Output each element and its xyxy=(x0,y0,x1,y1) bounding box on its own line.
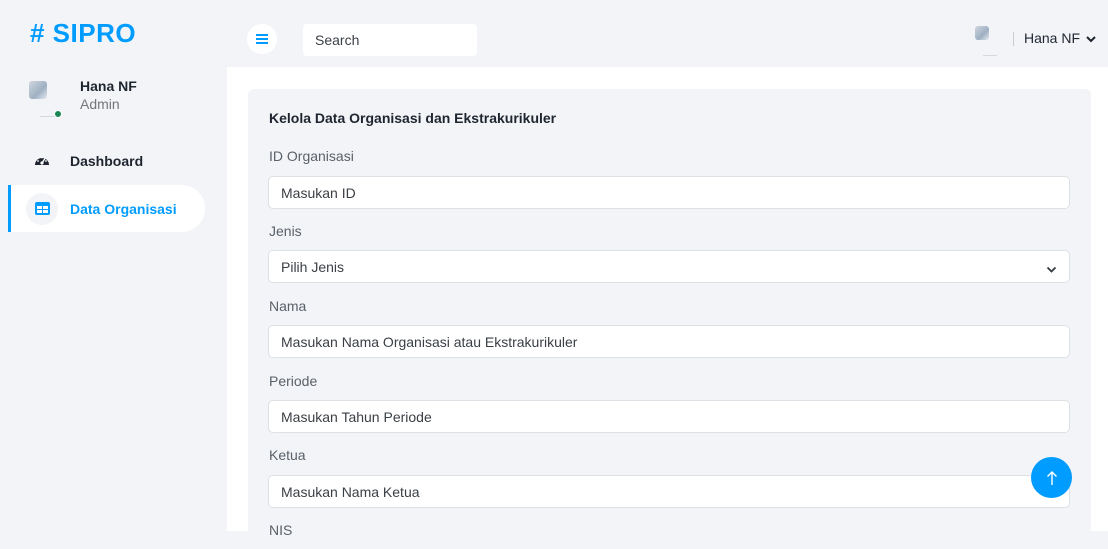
sidebar-item-data-organisasi[interactable]: Data Organisasi xyxy=(8,185,205,232)
label-nama: Nama xyxy=(269,298,307,314)
sidebar-item-label: Dashboard xyxy=(70,152,144,169)
divider xyxy=(1013,32,1014,46)
chevron-down-icon xyxy=(1046,261,1057,277)
input-placeholder: Masukan Nama Organisasi atau Ekstrakurik… xyxy=(281,333,578,350)
dashboard-gauge-icon xyxy=(26,144,58,177)
broken-image-icon xyxy=(29,81,47,99)
select-selected-value: Pilih Jenis xyxy=(281,258,345,275)
label-jenis: Jenis xyxy=(269,223,302,239)
input-placeholder: Masukan Nama Ketua xyxy=(281,483,420,500)
avatar-border xyxy=(983,55,997,56)
brand-logo[interactable]: # SIPRO xyxy=(30,18,136,49)
id-organisasi-input[interactable]: Masukan ID xyxy=(268,176,1070,209)
broken-image-icon xyxy=(975,26,989,40)
chevron-down-icon xyxy=(1086,30,1096,46)
user-name: Hana NF xyxy=(1024,30,1081,46)
form-card: Kelola Data Organisasi dan Ekstrakurikul… xyxy=(248,89,1091,549)
hamburger-icon xyxy=(256,34,268,44)
label-id-organisasi: ID Organisasi xyxy=(269,148,354,164)
user-menu-dropdown[interactable]: Hana NF xyxy=(1024,30,1096,46)
label-periode: Periode xyxy=(269,373,318,389)
sidebar-user-role: Admin xyxy=(80,96,120,112)
sidebar-item-label: Data Organisasi xyxy=(70,200,177,217)
label-nis: NIS xyxy=(269,522,293,538)
sidebar-item-dashboard[interactable]: Dashboard xyxy=(8,137,205,184)
input-placeholder: Masukan ID xyxy=(281,184,356,201)
topbar: Hana NF xyxy=(227,10,1108,67)
back-to-top-button[interactable] xyxy=(1031,457,1072,498)
periode-input[interactable]: Masukan Tahun Periode xyxy=(268,400,1070,433)
table-icon xyxy=(26,192,58,225)
online-status-dot xyxy=(54,110,62,118)
nama-input[interactable]: Masukan Nama Organisasi atau Ekstrakurik… xyxy=(268,325,1070,358)
input-placeholder: Masukan Tahun Periode xyxy=(281,408,432,425)
card-title: Kelola Data Organisasi dan Ekstrakurikul… xyxy=(269,110,557,126)
label-ketua: Ketua xyxy=(269,447,306,463)
ketua-input[interactable]: Masukan Nama Ketua xyxy=(268,475,1070,508)
arrow-up-icon xyxy=(1046,470,1057,485)
sidebar: # SIPRO Hana NF Admin Dashboard Data Org… xyxy=(0,0,227,531)
avatar[interactable] xyxy=(973,24,997,56)
search-input[interactable] xyxy=(303,24,477,56)
sidebar-toggle-button[interactable] xyxy=(247,24,277,54)
jenis-select[interactable]: Pilih Jenis xyxy=(268,250,1070,283)
sidebar-user: Hana NF Admin xyxy=(28,78,218,120)
sidebar-user-name: Hana NF xyxy=(80,78,137,94)
avatar xyxy=(28,80,64,118)
